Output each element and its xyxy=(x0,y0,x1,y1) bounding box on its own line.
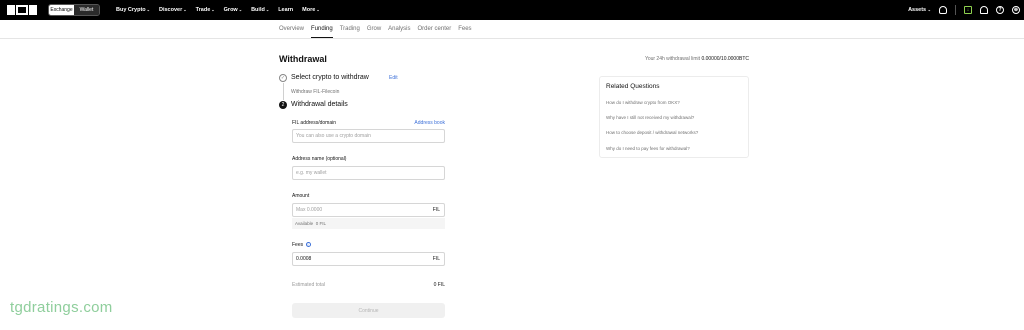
info-icon[interactable]: i xyxy=(305,242,311,247)
fees-input[interactable]: 0.0008 FIL xyxy=(292,252,445,266)
tab-order-center[interactable]: Order center xyxy=(418,26,452,32)
amount-unit: FIL xyxy=(432,207,440,213)
tab-grow[interactable]: Grow xyxy=(367,26,381,32)
address-input[interactable]: You can also use a crypto domain xyxy=(292,129,445,143)
tab-funding[interactable]: Funding xyxy=(311,26,333,38)
withdrawal-limit: Your 24h withdrawal limit 0.00000/10.000… xyxy=(644,56,749,62)
tab-analysis[interactable]: Analysis xyxy=(388,26,410,32)
estimated-total-value: 0 FIL xyxy=(433,282,445,288)
tab-trading[interactable]: Trading xyxy=(340,26,360,32)
chevron-down-icon: ⌄ xyxy=(927,7,931,12)
globe-icon[interactable]: ⊕ xyxy=(1012,6,1020,14)
watermark: tgdratings.com xyxy=(10,299,113,316)
fees-value: 0.0008 xyxy=(296,256,312,262)
tab-fees[interactable]: Fees xyxy=(458,26,471,32)
continue-button[interactable]: Continue xyxy=(292,303,445,318)
step1-label: Select crypto to withdraw xyxy=(291,74,369,81)
menu-trade[interactable]: Trade⌄ xyxy=(196,7,215,13)
tab-overview[interactable]: Overview xyxy=(279,26,304,32)
nav-right: Assets ⌄ ↓ ? ⊕ xyxy=(908,0,1020,20)
estimated-total-label: Estimated total xyxy=(292,282,326,288)
selected-crypto: Withdraw FIL-Filecoin xyxy=(291,89,340,95)
address-name-input[interactable]: e.g. my wallet xyxy=(292,166,445,180)
menu-discover[interactable]: Discover⌄ xyxy=(159,7,187,13)
related-question[interactable]: How to choose deposit / withdrawal netwo… xyxy=(606,130,698,135)
related-title: Related Questions xyxy=(606,83,660,90)
chevron-down-icon: ⌄ xyxy=(316,7,320,12)
fees-unit: FIL xyxy=(432,256,440,262)
menu-learn[interactable]: Learn xyxy=(278,7,293,13)
menu-grow[interactable]: Grow⌄ xyxy=(224,7,242,13)
page-title: Withdrawal xyxy=(279,54,327,64)
top-nav: Exchange Wallet Buy Crypto⌄ Discover⌄ Tr… xyxy=(0,0,1024,20)
sub-nav: Overview Funding Trading Grow Analysis O… xyxy=(0,20,1024,39)
related-questions-panel: Related Questions How do I withdraw cryp… xyxy=(599,76,749,158)
bell-icon[interactable] xyxy=(980,6,988,14)
available-balance: Available 0 FIL xyxy=(292,218,445,229)
menu-buy-crypto[interactable]: Buy Crypto⌄ xyxy=(116,7,150,13)
exchange-toggle[interactable]: Exchange xyxy=(49,5,74,15)
menu-build[interactable]: Build⌄ xyxy=(251,7,269,13)
fees-label: Fees i xyxy=(292,242,311,248)
chevron-down-icon: ⌄ xyxy=(146,7,150,12)
okx-logo[interactable] xyxy=(7,5,37,15)
assets-menu[interactable]: Assets ⌄ xyxy=(908,7,931,13)
chevron-down-icon: ⌄ xyxy=(238,7,243,12)
check-icon: ✓ xyxy=(279,74,287,82)
amount-placeholder: Max 0.0000 xyxy=(296,207,323,213)
related-question[interactable]: How do I withdraw crypto from OKX? xyxy=(606,100,680,105)
edit-link[interactable]: Edit xyxy=(389,75,398,81)
chevron-down-icon: ⌄ xyxy=(265,7,270,12)
user-icon[interactable] xyxy=(939,6,947,14)
help-icon[interactable]: ? xyxy=(996,6,1004,14)
menu-more[interactable]: More⌄ xyxy=(302,7,320,13)
main-menu: Buy Crypto⌄ Discover⌄ Trade⌄ Grow⌄ Build… xyxy=(116,0,320,20)
divider xyxy=(955,5,956,15)
step2-label: Withdrawal details xyxy=(291,101,348,108)
amount-input[interactable]: Max 0.0000 FIL xyxy=(292,203,445,217)
chevron-down-icon: ⌄ xyxy=(183,7,187,12)
wallet-toggle[interactable]: Wallet xyxy=(74,5,99,15)
download-icon[interactable]: ↓ xyxy=(964,6,972,14)
related-question[interactable]: Why do I need to pay fees for withdrawal… xyxy=(606,146,690,151)
step-connector xyxy=(283,83,284,100)
address-label: FIL address/domain xyxy=(292,120,337,126)
exchange-wallet-switch[interactable]: Exchange Wallet xyxy=(48,4,100,16)
address-book-link[interactable]: Address book xyxy=(414,120,445,126)
step2-number-icon: 2 xyxy=(279,101,287,109)
related-question[interactable]: Why have I still not received my withdra… xyxy=(606,115,694,120)
chevron-down-icon: ⌄ xyxy=(211,7,215,12)
amount-label: Amount xyxy=(292,193,310,199)
address-name-label: Address name (optional) xyxy=(292,156,347,162)
